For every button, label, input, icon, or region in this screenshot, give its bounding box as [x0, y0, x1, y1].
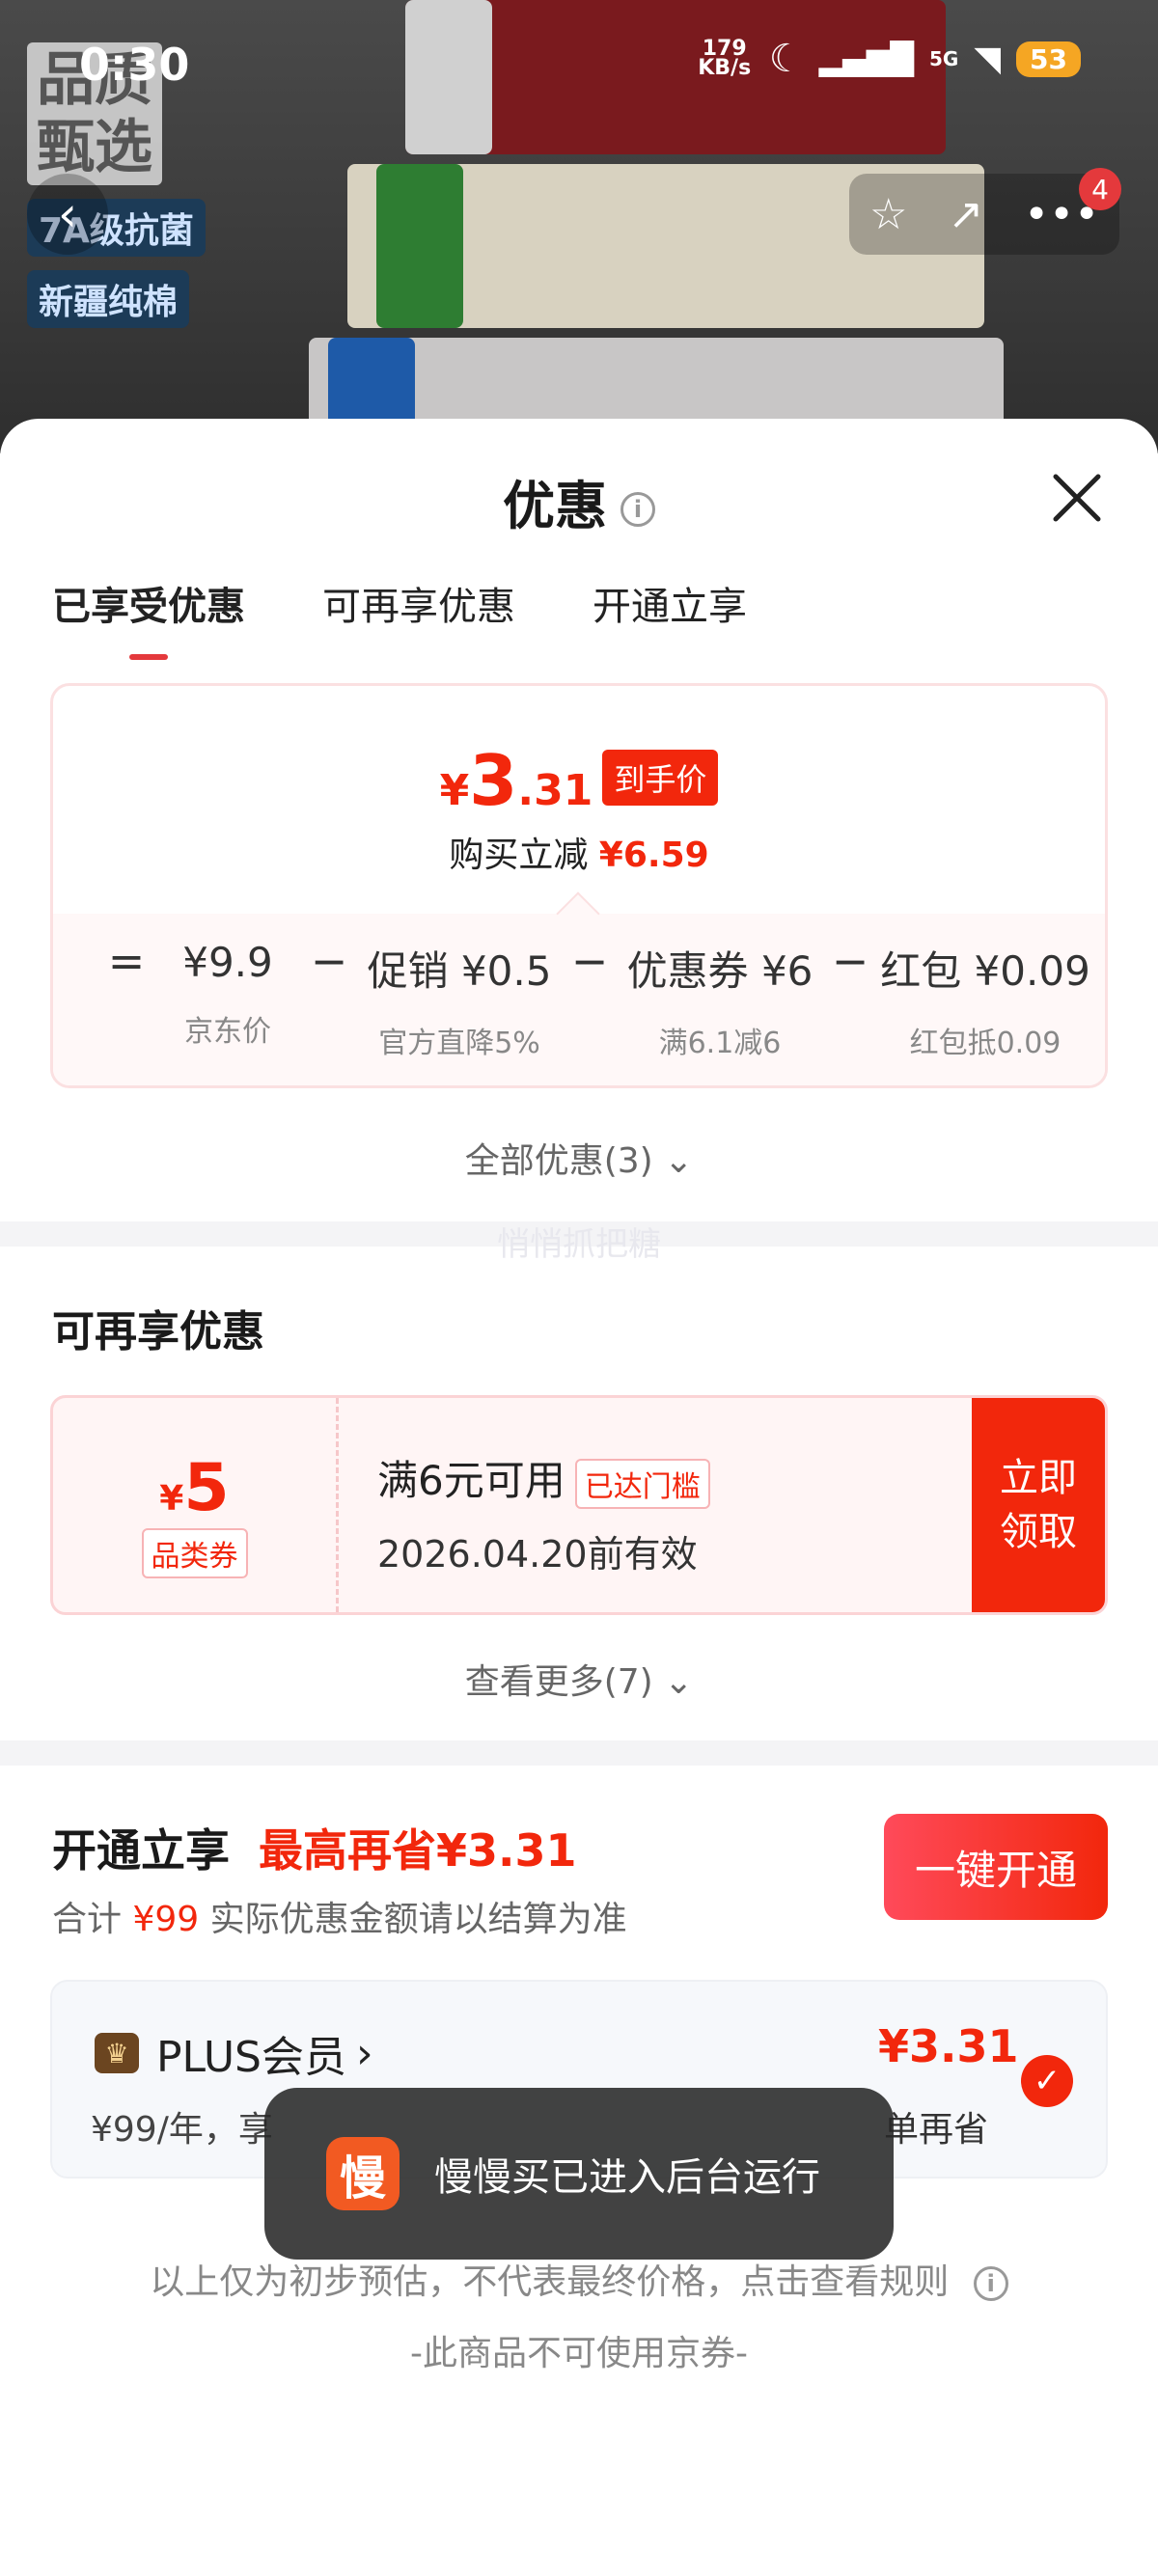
wifi-icon: ◥	[974, 39, 1002, 79]
status-icons: 179 KB/s ☾ ▂▄▆█ 5G ◥ 53	[696, 37, 1081, 81]
chevron-right-icon: ›	[356, 2028, 373, 2078]
net-speed: 179 KB/s	[698, 37, 752, 80]
status-bar: 0:30 179 KB/s ☾ ▂▄▆█ 5G ◥ 53	[0, 0, 1158, 135]
formula-item-promo: 促销 ¥0.5 官方直降5%	[367, 947, 552, 1060]
reduce-label: 购买立减	[449, 836, 589, 875]
back-icon[interactable]: ‹	[27, 174, 108, 255]
section-title-more: 可再享优惠	[52, 1307, 264, 1357]
membership-total: 合计 ¥99 实际优惠金额请以结算为准	[52, 1900, 627, 1939]
battery-icon: 53	[1016, 41, 1081, 77]
tab-membership[interactable]: 开通立享	[593, 575, 747, 631]
moon-icon: ☾	[768, 37, 804, 81]
app-icon: 慢	[326, 2137, 400, 2210]
watermark: 悄悄抓把糖	[497, 1225, 661, 1264]
formula-item-jd-price: ¥9.9 京东价	[182, 939, 273, 1049]
promo-sheet: 优惠 i 已享受优惠 可再享优惠 开通立享 ¥3.31 到手价 购买立减 ¥6.59…	[0, 419, 1158, 2576]
close-icon[interactable]	[1048, 469, 1106, 527]
formula-op: −	[831, 935, 869, 987]
info-icon[interactable]: i	[620, 492, 655, 528]
coupon-value: ¥5	[159, 1450, 230, 1526]
reduce-value: ¥6.59	[598, 836, 709, 875]
final-price-row: ¥3.31 到手价	[53, 740, 1105, 821]
price-breakdown-card: ¥3.31 到手价 购买立减 ¥6.59 = ¥9.9 京东价 − 促销 ¥0.5 官…	[50, 683, 1108, 1088]
coupon-info: 满6元可用 已达门槛 2026.04.20前有效	[377, 1448, 710, 1577]
coupon-condition: 满6元可用	[377, 1457, 565, 1504]
formula-op: =	[107, 935, 146, 987]
plus-save-label: 单再省	[884, 2110, 989, 2150]
formula-item-redpacket: 红包 ¥0.09 红包抵0.09	[880, 947, 1090, 1060]
formula-op: −	[570, 935, 609, 987]
footer-note: -此商品不可使用京券-	[410, 2334, 748, 2373]
nav-actions: ☆ ↗ ••• 4	[849, 168, 1121, 255]
reduce-row: 购买立减 ¥6.59	[53, 827, 1105, 877]
claim-coupon-button[interactable]: 立即 领取	[972, 1398, 1105, 1612]
formula-item-coupon: 优惠券 ¥6 满6.1减6	[626, 947, 813, 1060]
tab-more[interactable]: 可再享优惠	[322, 575, 515, 631]
final-price-tag: 到手价	[602, 750, 719, 806]
section-title-membership: 开通立享 最高再省¥3.31	[52, 1824, 577, 1877]
signal-icon: ▂▄▆█	[818, 41, 914, 77]
star-icon[interactable]: ☆	[869, 190, 907, 239]
divider	[0, 1740, 1158, 1766]
product-tag: 新疆纯棉	[27, 270, 190, 328]
coupon-card: ¥5 品类券 满6元可用 已达门槛 2026.04.20前有效 立即 领取	[50, 1395, 1108, 1615]
plus-title: ♛ PLUS会员 ›	[95, 2022, 373, 2084]
share-icon[interactable]: ↗	[948, 190, 983, 239]
disclaimer[interactable]: 以上仅为初步预估，不代表最终价格，点击查看规则 i	[0, 2254, 1158, 2304]
tab-enjoyed[interactable]: 已享受优惠	[52, 575, 245, 660]
coupon-status: 已达门槛	[574, 1458, 710, 1509]
coupon-type: 品类券	[141, 1528, 248, 1578]
toast: 慢 慢慢买已进入后台运行	[264, 2088, 894, 2260]
price-formula: = ¥9.9 京东价 − 促销 ¥0.5 官方直降5% − 优惠券 ¥6 满6.1减6…	[53, 935, 1105, 1061]
chevron-down-icon: ⌄	[664, 1141, 694, 1181]
plus-desc: ¥99/年，享	[91, 2110, 273, 2150]
notification-badge: 4	[1079, 168, 1121, 210]
max-save: 最高再省¥3.31	[259, 1824, 577, 1877]
toast-text: 慢慢买已进入后台运行	[434, 2155, 820, 2200]
coupon-value-area: ¥5 品类券	[53, 1398, 339, 1612]
info-icon[interactable]: i	[973, 2266, 1008, 2301]
view-more-link[interactable]: 查看更多(7) ⌄	[0, 1654, 1158, 1704]
all-promos-link[interactable]: 全部优惠(3) ⌄	[0, 1133, 1158, 1183]
sheet-title: 优惠 i	[0, 463, 1158, 539]
top-nav: ‹ ☆ ↗ ••• 4	[0, 168, 1158, 260]
coupon-validity: 2026.04.20前有效	[377, 1532, 698, 1576]
crown-icon: ♛	[95, 2033, 139, 2073]
plus-save-value: ¥3.31	[878, 2020, 1019, 2072]
chevron-down-icon: ⌄	[664, 1662, 694, 1702]
check-icon[interactable]: ✓	[1021, 2055, 1073, 2107]
final-price: ¥3.31	[439, 740, 593, 821]
open-membership-button[interactable]: 一键开通	[884, 1814, 1108, 1920]
formula-op: −	[310, 935, 348, 987]
tab-bar: 已享受优惠 可再享优惠 开通立享	[52, 575, 747, 660]
sheet-title-text: 优惠	[503, 476, 607, 536]
signal-label: 5G	[929, 47, 959, 70]
status-time: 0:30	[79, 39, 190, 91]
